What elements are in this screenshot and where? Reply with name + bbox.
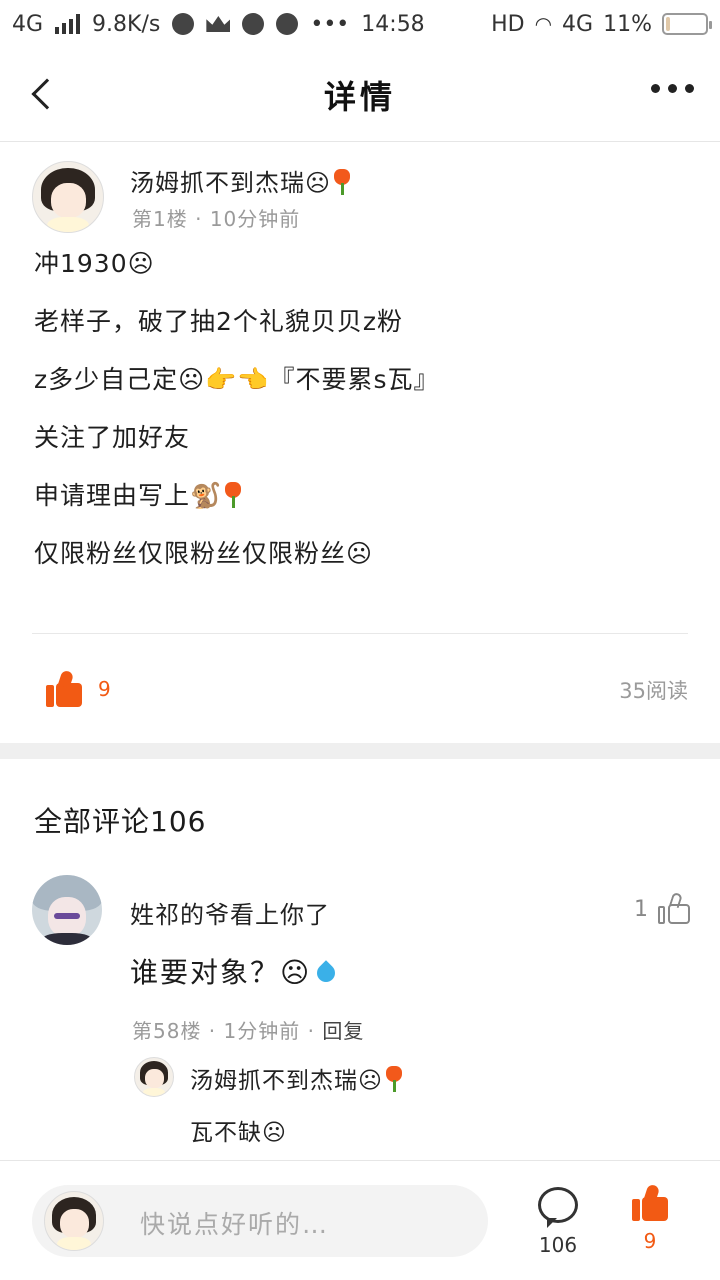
bottom-bar: 快说点好听的… 106 9 [0, 1160, 720, 1280]
hd-label: HD [491, 11, 525, 37]
comment-input[interactable]: 快说点好听的… [32, 1185, 488, 1257]
post-line: 仅限粉丝仅限粉丝仅限粉丝☹ [34, 539, 374, 568]
comment-count-button[interactable]: 106 [536, 1187, 580, 1257]
wifi-icon: ◠ [534, 12, 553, 36]
post-author[interactable]: 汤姆抓不到杰瑞☹ [130, 163, 351, 198]
more-notifications-icon: ••• [310, 11, 350, 37]
nav-bar: 详情 [0, 48, 720, 142]
more-button[interactable] [651, 84, 694, 93]
more-dots-icon [651, 84, 660, 93]
thumbs-up-icon [632, 1183, 668, 1221]
comments-title: 全部评论106 [34, 805, 207, 838]
reply-text: 瓦不缺☹ [190, 1120, 287, 1146]
tulip-icon [333, 169, 351, 195]
comment-count: 106 [538, 1233, 578, 1257]
comment-floor: 第58楼 [132, 1019, 202, 1043]
wechat-icon [172, 13, 195, 35]
post-like-count: 9 [98, 677, 111, 701]
post-floor: 第1楼 [132, 207, 188, 231]
avatar [44, 1191, 104, 1251]
comment-time: 1分钟前 [223, 1019, 301, 1043]
reply-author[interactable]: 汤姆抓不到杰瑞☹ [190, 1061, 403, 1095]
network-speed: 9.8K/s [92, 11, 161, 37]
battery-icon [662, 13, 712, 35]
chevron-left-icon [31, 78, 63, 110]
bottom-like-count: 9 [643, 1229, 657, 1253]
comment-bubble-icon [538, 1187, 578, 1223]
comment-author[interactable]: 姓祁的爷看上你了 [130, 895, 330, 930]
network-label: 4G [12, 11, 44, 37]
post-like-button[interactable]: 9 [46, 669, 111, 707]
post-meta: 第1楼 · 10分钟前 [132, 207, 301, 231]
post-time: 10分钟前 [209, 207, 301, 231]
post-line: z多少自己定☹👉👈『不要累s瓦』 [34, 365, 440, 394]
comment-like-button[interactable]: 1 [634, 891, 690, 925]
crown-icon [206, 16, 231, 32]
comment-text: 谁要对象？☹ [130, 951, 341, 991]
post: 汤姆抓不到杰瑞☹ 第1楼 · 10分钟前 冲1930☹ 老样子，破了抽2个礼貌贝… [0, 143, 720, 743]
avatar[interactable] [32, 875, 102, 945]
post-line: 冲1930☹ [34, 249, 155, 278]
reply-item: 汤姆抓不到杰瑞☹ 瓦不缺☹ [130, 1053, 690, 1153]
back-button[interactable] [26, 76, 63, 112]
reply-button[interactable]: 回复 [322, 1019, 364, 1043]
sweat-drop-icon [315, 960, 341, 986]
read-count: 35阅读 [619, 679, 688, 703]
like-button[interactable]: 9 [630, 1183, 670, 1253]
signal-icon [55, 14, 81, 34]
tulip-icon [224, 482, 242, 508]
comment-like-count: 1 [634, 896, 648, 922]
comment-input-placeholder: 快说点好听的… [140, 1210, 330, 1239]
post-body: 冲1930☹ 老样子，破了抽2个礼貌贝贝z粉 z多少自己定☹👉👈『不要累s瓦』 … [34, 247, 694, 595]
palette-icon [276, 13, 299, 35]
status-bar: 4G 9.8K/s ••• 14:58 HD ◠ 4G 11% [0, 0, 720, 48]
comment-item: 姓祁的爷看上你了 1 谁要对象？☹ 第58楼 · 1分钟前 · 回复 汤姆抓不到… [0, 875, 720, 1160]
thumbs-up-outline-icon [658, 891, 690, 925]
clock: 14:58 [361, 11, 425, 37]
section-separator [0, 743, 720, 759]
post-line: 申请理由写上🐒 [34, 479, 694, 537]
post-line: 老样子，破了抽2个礼貌贝贝z粉 [34, 307, 404, 336]
network-right-label: 4G [562, 11, 594, 37]
thumbs-up-icon [46, 669, 82, 707]
avatar[interactable] [134, 1057, 174, 1097]
battery-percent: 11% [603, 11, 652, 37]
post-line: 关注了加好友 [34, 423, 191, 452]
avatar[interactable] [32, 161, 104, 233]
tulip-icon [385, 1066, 403, 1092]
comment-meta: 第58楼 · 1分钟前 · 回复 [132, 1019, 365, 1043]
video-icon [242, 13, 265, 35]
page-title: 详情 [323, 77, 396, 116]
divider [32, 633, 688, 634]
